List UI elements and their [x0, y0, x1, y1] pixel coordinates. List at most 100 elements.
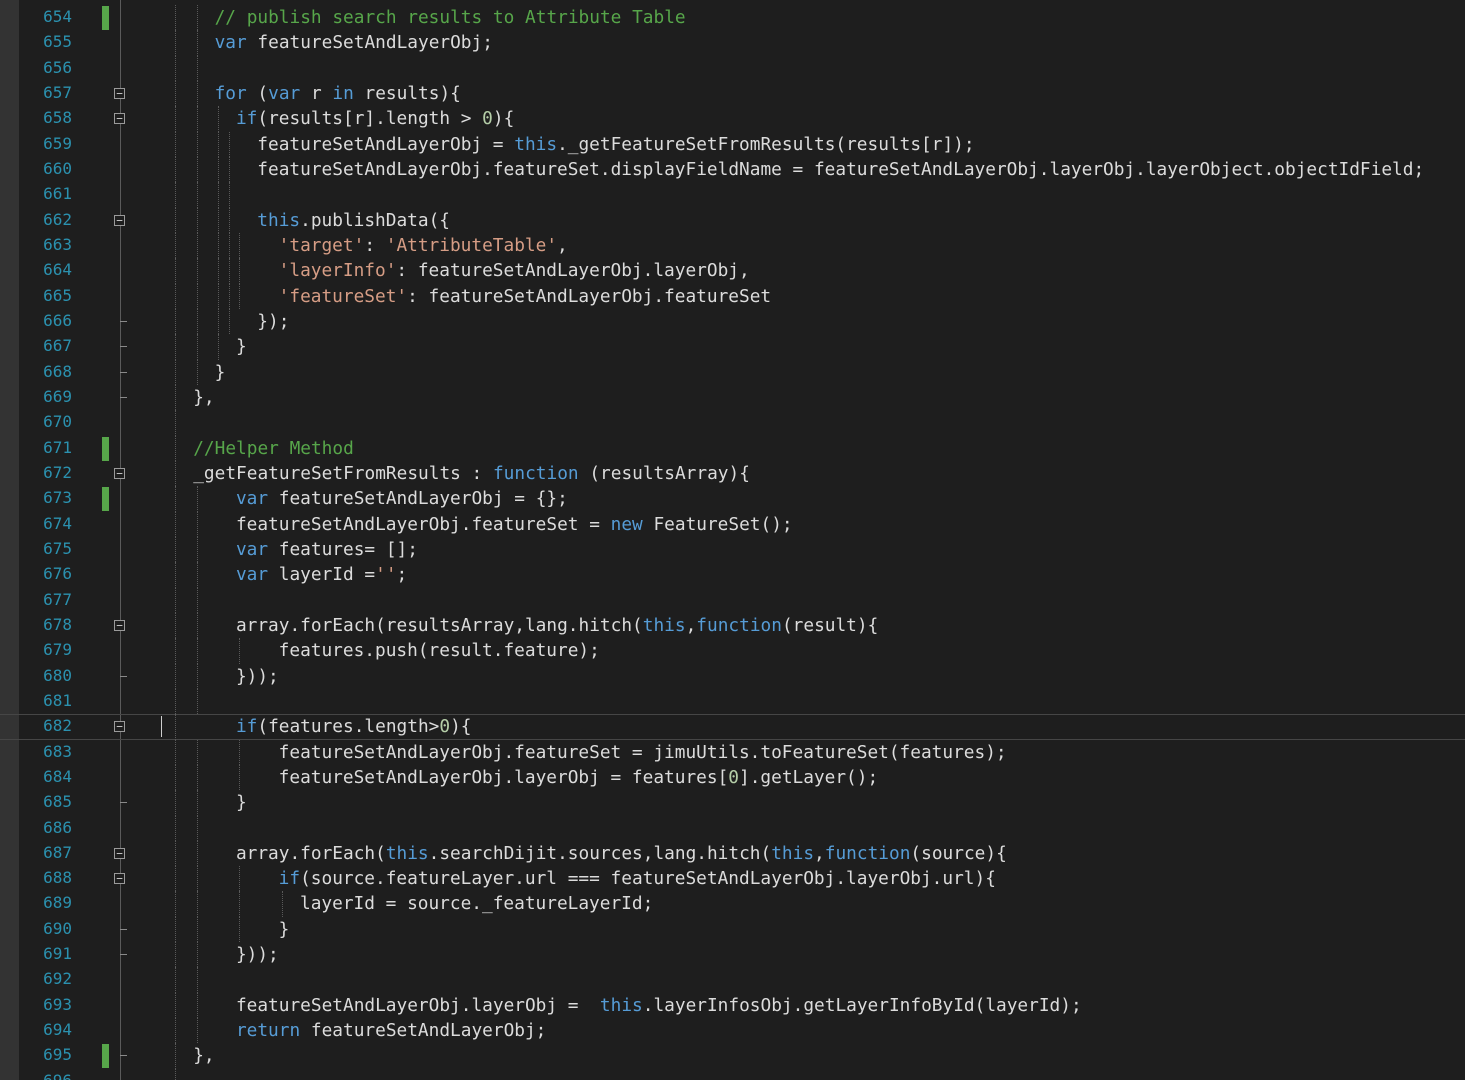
code-line[interactable]: 686	[0, 815, 1465, 841]
code-text[interactable]: return featureSetAndLayerObj;	[236, 1019, 546, 1043]
code-text[interactable]: var features= [];	[236, 538, 418, 562]
code-text[interactable]: 'featureSet': featureSetAndLayerObj.feat…	[279, 285, 771, 309]
code-line[interactable]: 675 var features= [];	[0, 536, 1465, 563]
code-line[interactable]: 655 var featureSetAndLayerObj;	[0, 30, 1465, 56]
code-line[interactable]: 659 featureSetAndLayerObj = this._getFeat…	[0, 131, 1465, 157]
code-line[interactable]: 664 'layerInfo': featureSetAndLayerObj.la…	[0, 258, 1465, 284]
code-line[interactable]: 696	[0, 1068, 1465, 1080]
code-line[interactable]: 681	[0, 688, 1465, 715]
code-line[interactable]: 660 featureSetAndLayerObj.featureSet.disp…	[0, 156, 1465, 183]
code-text[interactable]: }	[279, 918, 290, 942]
code-line[interactable]: 672 − _getFeatureSetFromResults : function…	[0, 460, 1465, 487]
code-text[interactable]: var featureSetAndLayerObj;	[215, 31, 493, 55]
code-text[interactable]: }));	[236, 665, 279, 689]
collapse-icon[interactable]: −	[114, 113, 125, 125]
code-text[interactable]: featureSetAndLayerObj.featureSet = new F…	[236, 513, 793, 537]
code-line[interactable]: 662 − this.publishData({	[0, 207, 1465, 233]
code-text[interactable]: array.forEach(this.searchDijit.sources,l…	[236, 842, 1007, 866]
code-text[interactable]: this.publishData({	[257, 209, 450, 233]
code-text[interactable]: },	[193, 1044, 214, 1068]
code-line[interactable]: 661	[0, 182, 1465, 208]
collapse-icon[interactable]: −	[114, 847, 125, 859]
collapse-icon[interactable]: −	[114, 87, 125, 99]
code-line[interactable]: 656	[0, 55, 1465, 81]
indent-guide	[175, 536, 177, 563]
code-text[interactable]: featureSetAndLayerObj.layerObj = this.la…	[236, 994, 1082, 1018]
code-text[interactable]: features.push(result.feature);	[279, 639, 600, 663]
code-line[interactable]: 688 − if(source.featureLayer.url === featu…	[0, 866, 1465, 892]
code-line[interactable]: 658 − if(results[r].length > 0){	[0, 106, 1465, 132]
code-line[interactable]: 692	[0, 967, 1465, 993]
code-line[interactable]: 687− array.forEach(this.searchDijit.sourc…	[0, 840, 1465, 867]
indent-guide	[196, 840, 198, 867]
collapse-icon[interactable]: −	[114, 873, 125, 885]
code-line[interactable]: 682 − if(features.length>0){	[0, 714, 1465, 740]
code-text[interactable]: featureSetAndLayerObj.featureSet.display…	[257, 158, 1424, 182]
collapse-icon[interactable]: −	[114, 467, 125, 479]
indent-guide	[228, 182, 230, 208]
code-line[interactable]: 683 featureSetAndLayerObj.featureSet = ji…	[0, 739, 1465, 765]
code-text[interactable]: 'target': 'AttributeTable',	[279, 234, 568, 258]
collapse-icon[interactable]: −	[114, 619, 125, 631]
code-lines[interactable]: 654 // publish search results to Attribut…	[0, 5, 1465, 1080]
code-line[interactable]: 684 featureSetAndLayerObj.layerObj = feat…	[0, 764, 1465, 791]
code-line[interactable]: 654 // publish search results to Attribut…	[0, 5, 1465, 31]
code-line[interactable]: 690}	[0, 916, 1465, 943]
code-line[interactable]: 668}	[0, 359, 1465, 385]
code-line[interactable]: 679 features.push(result.feature);	[0, 638, 1465, 664]
code-text[interactable]: featureSetAndLayerObj.featureSet = jimuU…	[279, 741, 1007, 765]
code-line[interactable]: 680}));	[0, 663, 1465, 689]
code-line[interactable]: 666});	[0, 308, 1465, 335]
code-text[interactable]: }));	[236, 943, 279, 967]
code-text[interactable]: }	[236, 791, 247, 815]
code-line[interactable]: 665 'featureSet': featureSetAndLayerObj.f…	[0, 283, 1465, 309]
code-line[interactable]: 671 //Helper Method	[0, 435, 1465, 461]
code-line[interactable]: 695},	[0, 1043, 1465, 1069]
code-line[interactable]: 678 − array.forEach(resultsArray,lang.hitc…	[0, 612, 1465, 639]
code-text[interactable]: //Helper Method	[193, 437, 354, 461]
code-text[interactable]: if(source.featureLayer.url === featureSe…	[279, 867, 996, 891]
code-text[interactable]: for (var r in results){	[215, 82, 461, 106]
code-line[interactable]: 667}	[0, 334, 1465, 360]
code-line[interactable]: 674 featureSetAndLayerObj.featureSet = ne…	[0, 511, 1465, 537]
code-text[interactable]: var featureSetAndLayerObj = {};	[236, 487, 568, 511]
code-token: },	[193, 1045, 215, 1067]
code-line[interactable]: 669},	[0, 384, 1465, 411]
code-line[interactable]: 677	[0, 587, 1465, 613]
code-text[interactable]: layerId = source._featureLayerId;	[300, 892, 653, 916]
line-number: 668	[43, 361, 72, 381]
code-line[interactable]: 657 − for (var r in results){	[0, 80, 1465, 107]
collapse-icon[interactable]: −	[114, 214, 125, 226]
code-text[interactable]: featureSetAndLayerObj.layerObj = feature…	[279, 766, 879, 790]
code-text[interactable]: }	[215, 361, 226, 385]
code-text[interactable]: if(results[r].length > 0){	[236, 107, 514, 131]
code-text[interactable]: _getFeatureSetFromResults : function (re…	[193, 462, 750, 486]
code-text[interactable]: },	[193, 386, 214, 410]
code-text[interactable]: if(features.length>0){	[236, 715, 472, 739]
code-text[interactable]: }	[236, 335, 247, 359]
code-text[interactable]: 'layerInfo': featureSetAndLayerObj.layer…	[279, 259, 750, 283]
collapse-icon[interactable]: −	[114, 721, 125, 733]
code-line[interactable]: 694 return featureSetAndLayerObj;	[0, 1018, 1465, 1044]
code-line[interactable]: 676 var layerId ='';	[0, 562, 1465, 588]
code-token: featureSetAndLayerObj =	[257, 133, 515, 155]
line-number: 695	[43, 1045, 72, 1065]
fold-end-tick	[120, 346, 127, 348]
code-line[interactable]: 691}));	[0, 942, 1465, 968]
code-line[interactable]: 689 layerId = source._featureLayerId;	[0, 891, 1465, 917]
code-text[interactable]: array.forEach(resultsArray,lang.hitch(th…	[236, 614, 878, 638]
line-number: 690	[43, 918, 72, 938]
code-text[interactable]: });	[257, 310, 289, 334]
code-line[interactable]: 693 featureSetAndLayerObj.layerObj = this…	[0, 992, 1465, 1019]
code-line[interactable]: 663 'target': 'AttributeTable',	[0, 232, 1465, 259]
code-text[interactable]: var layerId ='';	[236, 563, 407, 587]
code-editor[interactable]: 654 // publish search results to Attribut…	[0, 0, 1465, 1080]
code-line[interactable]: 673 var featureSetAndLayerObj = {};	[0, 486, 1465, 512]
indent-guide	[196, 612, 198, 639]
code-token: results){	[353, 82, 461, 104]
code-line[interactable]: 685}	[0, 790, 1465, 816]
code-line[interactable]: 670	[0, 410, 1465, 436]
code-text[interactable]: // publish search results to Attribute T…	[215, 6, 686, 30]
indent-guide	[239, 258, 241, 284]
code-text[interactable]: featureSetAndLayerObj = this._getFeature…	[257, 133, 974, 157]
